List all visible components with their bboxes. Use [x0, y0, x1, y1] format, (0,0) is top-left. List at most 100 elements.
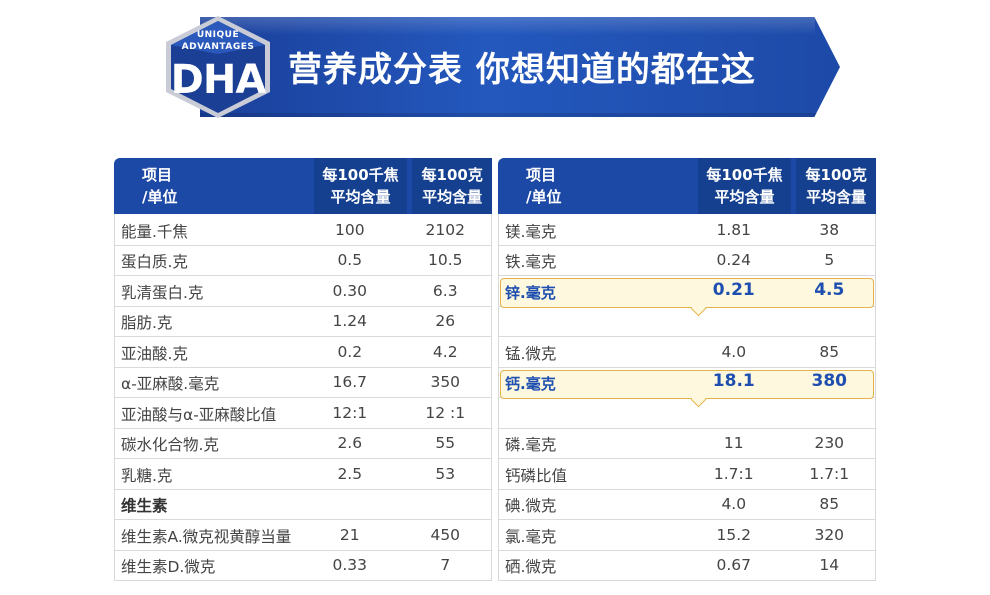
- table-row: 乳清蛋白.克 0.30 6.3: [115, 275, 491, 306]
- header-per-100g: 每100克 平均含量: [796, 158, 876, 214]
- row-item: 维生素: [121, 497, 168, 515]
- table-row: 乳糖.克 2.5 53: [115, 458, 491, 489]
- row-per-100g: 10.5: [427, 251, 463, 269]
- row-per-100kj: 18.1: [712, 371, 755, 391]
- row-per-100kj: [684, 422, 783, 428]
- row-per-100kj: 1.81: [716, 220, 752, 239]
- table-row: 碘.微克 4.0 85: [499, 488, 875, 520]
- banner-title: 营养成分表 你想知道的都在这: [288, 50, 756, 90]
- table-row: 锰.微克 4.0 85: [499, 336, 875, 367]
- row-item: α-亚麻酸.毫克: [121, 375, 220, 393]
- row-per-100g: 230: [814, 434, 845, 452]
- row-item: 亚油酸.克: [121, 344, 188, 363]
- row-item: [499, 425, 684, 428]
- row-per-100kj: 0.30: [332, 281, 368, 300]
- table-header: 项目 /单位 每100千焦 平均含量 每100克 平均含量: [498, 158, 876, 214]
- table-body: 镁.毫克 1.81 38 铁.毫克 0.24 5 锌.毫克 0.21 4.5 锰.微克 4.0 85 钙…: [498, 214, 876, 581]
- row-per-100g: 4.2: [432, 342, 458, 361]
- row-per-100kj: 0.21: [712, 279, 755, 300]
- row-item: 氯.毫克: [505, 527, 557, 546]
- row-item: 钙磷比值: [505, 466, 568, 485]
- row-per-100kj: 0.2: [337, 342, 363, 361]
- row-per-100g: 53: [435, 464, 456, 483]
- row-per-100g: 38: [819, 220, 840, 239]
- row-per-100g: 85: [819, 342, 840, 361]
- promo-banner: 营养成分表 你想知道的都在这 UNIQUE ADVANTAGES DHA: [160, 14, 840, 120]
- row-item: 硒.微克: [505, 558, 557, 576]
- row-per-100g: 55: [435, 434, 456, 452]
- row-per-100kj: 0.67: [716, 556, 752, 574]
- row-per-100g: [784, 330, 876, 336]
- row-per-100kj: 1.24: [332, 312, 368, 330]
- row-per-100kj: 15.2: [716, 525, 752, 544]
- row-per-100kj: [684, 330, 783, 336]
- row-per-100kj: 16.7: [332, 373, 368, 391]
- table-row: 碳水化合物.克 2.6 55: [115, 427, 491, 459]
- table-row: 铁.毫克 0.24 5: [499, 244, 875, 276]
- table-body: 能量.千焦 100 2102 蛋白质.克 0.5 10.5 乳清蛋白.克 0.30 6.3 脂肪.…: [114, 214, 492, 581]
- table-row: α-亚麻酸.毫克 16.7 350: [115, 366, 491, 398]
- row-per-100kj: 21: [339, 525, 360, 544]
- row-item: 钙.毫克: [505, 375, 556, 393]
- row-item: 维生素A.微克视黄醇当量: [121, 527, 292, 546]
- row-per-100g: 7: [440, 556, 451, 574]
- row-per-100g: [784, 422, 876, 428]
- table-row: 磷.毫克 11 230: [499, 427, 875, 459]
- row-per-100kj: 12:1: [332, 403, 368, 422]
- table-row: 钙.毫克 18.1 380: [499, 366, 875, 399]
- row-per-100g: 26: [435, 312, 456, 330]
- table-row: 亚油酸与α-亚麻酸比值 12:1 12 :1: [115, 397, 491, 428]
- row-per-100kj: 4.0: [721, 342, 747, 361]
- row-item: 脂肪.克: [121, 314, 173, 332]
- row-per-100g: 450: [430, 525, 461, 544]
- dha-badge-icon: UNIQUE ADVANTAGES DHA: [160, 14, 276, 120]
- row-item: 铁.毫克: [505, 253, 557, 271]
- row-item: 蛋白质.克: [121, 253, 188, 271]
- row-per-100kj: 0.33: [332, 556, 368, 574]
- row-item: 亚油酸与α-亚麻酸比值: [121, 405, 277, 424]
- row-per-100g: 5: [824, 251, 835, 269]
- row-per-100g: 2102: [425, 220, 465, 239]
- row-per-100kj: 11: [723, 434, 744, 452]
- table-row: [499, 397, 875, 428]
- table-row: 能量.千焦 100 2102: [115, 214, 491, 245]
- table-row: 亚油酸.克 0.2 4.2: [115, 336, 491, 367]
- row-per-100kj: 0.24: [716, 251, 752, 269]
- row-per-100g: [400, 513, 492, 519]
- row-per-100kj: 0.5: [337, 251, 363, 269]
- table-row: 钙磷比值 1.7:1 1.7:1: [499, 458, 875, 489]
- row-per-100kj: 2.5: [337, 464, 363, 483]
- row-per-100g: 320: [814, 525, 845, 544]
- table-header: 项目 /单位 每100千焦 平均含量 每100克 平均含量: [114, 158, 492, 214]
- table-row: 维生素D.微克 0.33 7: [115, 549, 491, 581]
- row-item: 锌.毫克: [505, 283, 556, 302]
- header-item: 项目 /单位: [142, 166, 178, 206]
- badge-line1: UNIQUE: [196, 30, 240, 40]
- header-per-100g: 每100克 平均含量: [412, 158, 492, 214]
- row-item: 磷.毫克: [505, 436, 557, 454]
- nutrition-table-right: 项目 /单位 每100千焦 平均含量 每100克 平均含量 镁.毫克 1.81 38…: [498, 158, 876, 581]
- row-per-100g: 12 :1: [425, 403, 466, 422]
- header-per-100kj: 每100千焦 平均含量: [314, 158, 407, 214]
- row-per-100g: 4.5: [814, 279, 845, 300]
- row-per-100kj: 100: [334, 220, 365, 239]
- row-per-100g: 85: [819, 495, 840, 513]
- table-row: 氯.毫克 15.2 320: [499, 519, 875, 550]
- table-row: 镁.毫克 1.81 38: [499, 214, 875, 245]
- row-item: 镁.毫克: [505, 222, 557, 241]
- table-row: 维生素A.微克视黄醇当量 21 450: [115, 519, 491, 550]
- row-per-100kj: [300, 513, 399, 519]
- row-per-100kj: 1.7:1: [713, 464, 754, 483]
- header-per-100kj: 每100千焦 平均含量: [698, 158, 791, 214]
- row-per-100kj: 4.0: [721, 495, 747, 513]
- header-item: 项目 /单位: [526, 166, 562, 206]
- row-per-100g: 6.3: [432, 281, 458, 300]
- table-row: 脂肪.克 1.24 26: [115, 305, 491, 337]
- row-item: 碘.微克: [505, 497, 557, 515]
- row-item: 乳清蛋白.克: [121, 283, 204, 302]
- nutrition-table-left: 项目 /单位 每100千焦 平均含量 每100克 平均含量 能量.千焦 100 21…: [114, 158, 492, 581]
- row-per-100g: 380: [811, 371, 848, 391]
- table-row: 蛋白质.克 0.5 10.5: [115, 244, 491, 276]
- row-per-100g: 350: [430, 373, 461, 391]
- table-row: 硒.微克 0.67 14: [499, 549, 875, 581]
